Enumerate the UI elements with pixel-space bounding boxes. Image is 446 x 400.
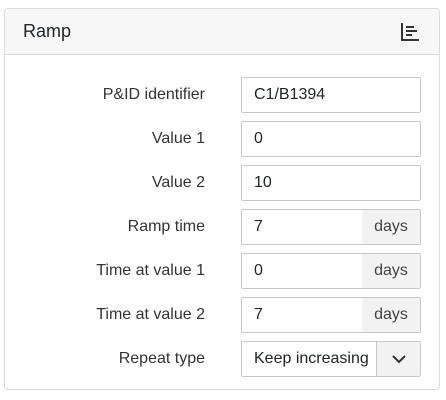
value2-label: Value 2 [151, 174, 205, 191]
panel-title: Ramp [23, 21, 72, 41]
time-value2-row: Time at value 2 days [5, 297, 439, 333]
chevron-down-icon [392, 355, 406, 364]
ramp-time-row: Ramp time days [5, 209, 439, 245]
pid-label: P&ID identifier [102, 86, 205, 103]
ramp-time-unit: days [362, 209, 421, 245]
repeat-type-value: Keep increasing [254, 350, 369, 367]
repeat-type-label: Repeat type [118, 350, 205, 367]
time-value2-label: Time at value 2 [96, 306, 205, 323]
ramp-time-label: Ramp time [127, 218, 205, 235]
time-value2-input[interactable] [241, 297, 363, 333]
time-value1-row: Time at value 1 days [5, 253, 439, 289]
value1-input[interactable] [241, 121, 421, 157]
chart-icon[interactable] [399, 21, 421, 43]
panel-header: Ramp [5, 9, 439, 55]
pid-input[interactable] [241, 77, 421, 113]
value1-row: Value 1 [5, 121, 439, 157]
pid-row: P&ID identifier [5, 77, 439, 113]
ramp-panel: Ramp P&ID identifier Value 1 Value 2 Ram… [4, 8, 440, 390]
repeat-type-select[interactable]: Keep increasing [241, 341, 421, 377]
repeat-type-toggle[interactable] [376, 342, 420, 376]
value2-input[interactable] [241, 165, 421, 201]
value1-label: Value 1 [151, 130, 205, 147]
time-value1-label: Time at value 1 [96, 262, 205, 279]
time-value1-input[interactable] [241, 253, 363, 289]
repeat-type-row: Repeat type Keep increasing [5, 341, 439, 377]
value2-row: Value 2 [5, 165, 439, 201]
time-value2-unit: days [362, 297, 421, 333]
ramp-time-input[interactable] [241, 209, 363, 245]
time-value1-unit: days [362, 253, 421, 289]
